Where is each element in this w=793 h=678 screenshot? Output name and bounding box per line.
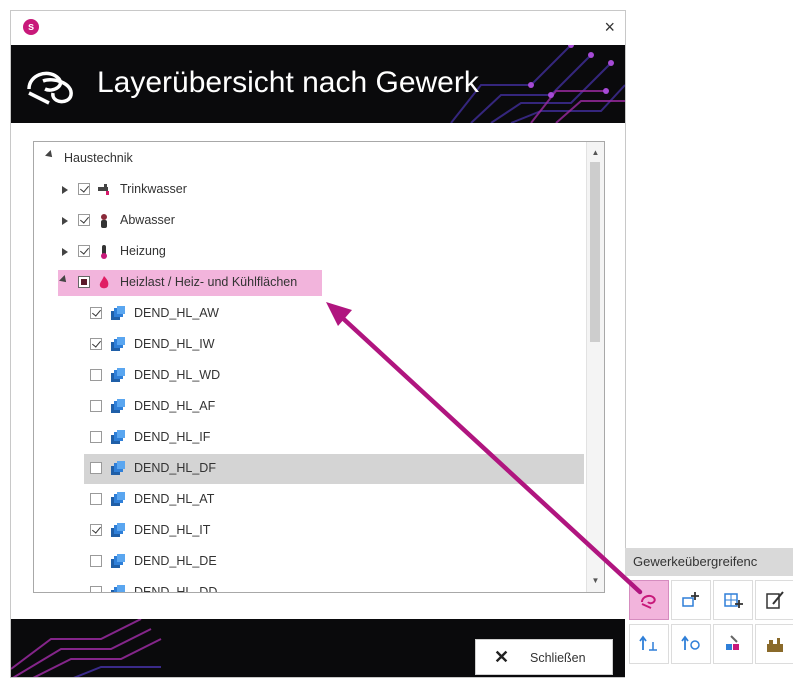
layer-label: DEND_HL_DD <box>134 585 218 593</box>
layer-icon <box>111 430 125 444</box>
add-grid-button[interactable] <box>713 580 753 620</box>
layer-icon <box>111 306 125 320</box>
layer-icon <box>111 368 125 382</box>
dialog-titlebar: s × <box>11 11 625 45</box>
expand-arrow-icon[interactable] <box>59 275 69 285</box>
layer-row[interactable]: DEND_HL_WD <box>34 361 587 391</box>
layer-icon <box>111 461 125 475</box>
import-layer-button[interactable] <box>629 624 669 664</box>
dialog-banner: Layerübersicht nach Gewerk <box>11 45 625 123</box>
group-checkbox[interactable] <box>78 276 90 288</box>
building-icon <box>767 638 783 652</box>
layer-row[interactable]: DEND_HL_AW <box>34 299 587 329</box>
expand-arrow-icon[interactable] <box>45 150 55 160</box>
dialog-title: Layerübersicht nach Gewerk <box>97 66 479 99</box>
layer-label: DEND_HL_DE <box>134 554 217 568</box>
add-layer-icon <box>682 592 699 607</box>
drain-icon <box>101 214 107 228</box>
import-layer-icon <box>639 635 657 651</box>
layer-checkbox[interactable] <box>90 338 102 350</box>
layer-label: DEND_HL_WD <box>134 368 221 382</box>
circuit-decoration <box>11 619 162 677</box>
s-logo-icon: s <box>23 19 39 35</box>
layer-row[interactable]: DEND_HL_DD <box>34 578 587 593</box>
layer-overview-icon <box>641 594 656 609</box>
collapse-arrow-icon[interactable] <box>62 186 68 194</box>
layer-row[interactable]: DEND_HL_DF <box>34 454 587 484</box>
group-checkbox[interactable] <box>78 214 90 226</box>
layer-checkbox[interactable] <box>90 431 102 443</box>
refresh-layer-button[interactable] <box>671 624 711 664</box>
add-grid-icon <box>724 593 743 608</box>
layer-label: DEND_HL_AW <box>134 306 219 320</box>
layer-label: DEND_HL_IF <box>134 430 211 444</box>
close-icon[interactable]: × <box>604 16 615 38</box>
edit-layer-button[interactable] <box>755 580 793 620</box>
layer-checkbox[interactable] <box>90 555 102 567</box>
layer-row[interactable]: DEND_HL_IF <box>34 423 587 453</box>
layer-checkbox[interactable] <box>90 307 102 319</box>
tree-group-row[interactable]: Abwasser <box>34 206 587 236</box>
scroll-thumb[interactable] <box>590 162 600 342</box>
group-checkbox[interactable] <box>78 245 90 257</box>
close-button[interactable]: ✕ Schließen <box>475 639 613 675</box>
s-logo-icon <box>27 71 73 105</box>
building-button[interactable] <box>755 624 793 664</box>
layer-overview-button[interactable] <box>629 580 669 620</box>
close-button-label: Schließen <box>530 651 586 665</box>
dialog-footer: ✕ Schließen <box>11 619 625 677</box>
layer-checkbox[interactable] <box>90 524 102 536</box>
layer-overview-dialog: s × Layerübersicht nach Gewerk Haustechn… <box>10 10 626 678</box>
layer-tree[interactable]: Haustechnik Trinkwasser Abwasser Heizung Hei… <box>33 141 605 593</box>
layer-label: DEND_HL_AT <box>134 492 215 506</box>
tree-viewport: Haustechnik Trinkwasser Abwasser Heizung Hei… <box>34 142 587 593</box>
layer-row[interactable]: DEND_HL_DE <box>34 547 587 577</box>
close-icon: ✕ <box>494 647 510 667</box>
layer-row[interactable]: DEND_HL_AF <box>34 392 587 422</box>
paint-layer-icon <box>726 635 739 650</box>
tree-group-row[interactable]: Heizung <box>34 237 587 267</box>
edit-layer-icon <box>766 591 784 609</box>
group-label: Trinkwasser <box>120 182 187 196</box>
collapse-arrow-icon[interactable] <box>62 217 68 225</box>
group-checkbox[interactable] <box>78 183 90 195</box>
layer-icon <box>111 399 125 413</box>
scroll-up-icon[interactable]: ▲ <box>589 146 602 160</box>
toolbar-title: Gewerkeübergreifenc <box>625 548 793 576</box>
layer-checkbox[interactable] <box>90 462 102 474</box>
layer-icon <box>111 523 125 537</box>
tree-group-row[interactable]: Heizlast / Heiz- und Kühlflächen <box>34 268 587 298</box>
group-label: Heizlast / Heiz- und Kühlflächen <box>120 275 298 289</box>
vertical-scrollbar[interactable]: ▲ ▼ <box>586 142 604 592</box>
thermometer-icon <box>101 245 107 259</box>
layer-icon <box>111 492 125 506</box>
collapse-arrow-icon[interactable] <box>62 248 68 256</box>
add-layer-button[interactable] <box>671 580 711 620</box>
scroll-down-icon[interactable]: ▼ <box>589 574 602 588</box>
layer-icon <box>111 554 125 568</box>
refresh-layer-icon <box>681 635 700 650</box>
layer-label: DEND_HL_DF <box>134 461 216 475</box>
layer-icon <box>111 337 125 351</box>
layer-row[interactable]: DEND_HL_IW <box>34 330 587 360</box>
group-label: Heizung <box>120 244 166 258</box>
layer-checkbox[interactable] <box>90 493 102 505</box>
tree-group-row[interactable]: Trinkwasser <box>34 175 587 205</box>
layer-checkbox[interactable] <box>90 586 102 592</box>
tree-root-label: Haustechnik <box>64 151 133 165</box>
layer-label: DEND_HL_IT <box>134 523 211 537</box>
paint-layer-button[interactable] <box>713 624 753 664</box>
layer-label: DEND_HL_AF <box>134 399 216 413</box>
layer-row[interactable]: DEND_HL_IT <box>34 516 587 546</box>
layer-row[interactable]: DEND_HL_AT <box>34 485 587 515</box>
tree-row-root[interactable]: Haustechnik <box>34 144 587 174</box>
cross-trade-toolbar: Gewerkeübergreifenc <box>625 548 793 678</box>
layer-checkbox[interactable] <box>90 400 102 412</box>
group-label: Abwasser <box>120 213 175 227</box>
layer-label: DEND_HL_IW <box>134 337 215 351</box>
faucet-icon <box>98 184 109 195</box>
layer-checkbox[interactable] <box>90 369 102 381</box>
layer-icon <box>111 585 125 592</box>
flame-icon <box>99 276 109 289</box>
